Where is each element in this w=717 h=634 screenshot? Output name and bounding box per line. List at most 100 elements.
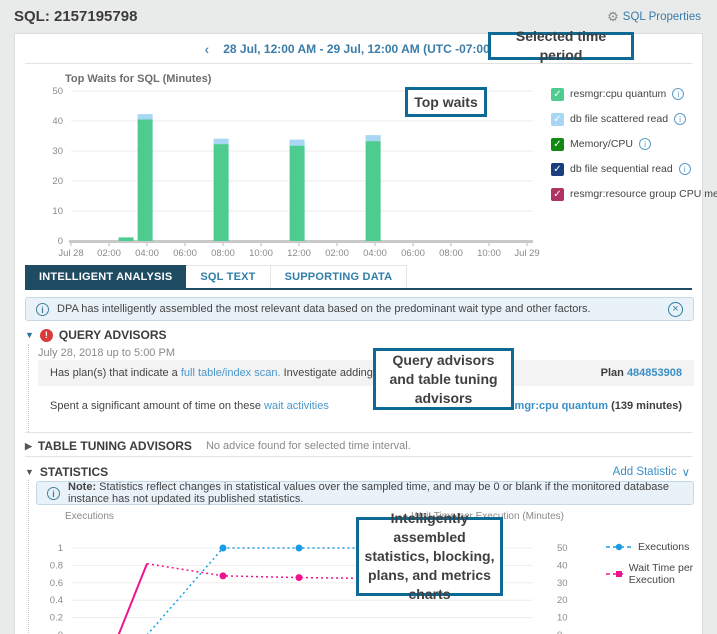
callout-top-waits: Top waits <box>405 87 487 117</box>
page-title: SQL: 2157195798 <box>14 8 138 25</box>
svg-text:0.8: 0.8 <box>50 560 63 571</box>
add-statistic-button[interactable]: Add Statistic ∨ <box>613 465 690 479</box>
table-tuning-header[interactable]: ▶ TABLE TUNING ADVISORS No advice found … <box>25 439 411 453</box>
advisor-date-range: July 28, 2018 up to 5:00 PM <box>38 347 175 359</box>
add-statistic-label: Add Statistic <box>612 466 677 478</box>
legend-item[interactable]: Wait Time per Execution <box>606 562 702 586</box>
note-banner: i Note: Statistics reflect changes in st… <box>36 481 694 505</box>
alert-badge-icon: ! <box>39 328 53 342</box>
info-icon: i <box>36 302 49 316</box>
info-icon: i <box>47 486 60 500</box>
legend-checkbox[interactable]: ✓ <box>551 137 564 151</box>
top-chart-legend: ✓ resmgr:cpu quantum i ✓ db file scatter… <box>551 87 717 212</box>
legend-marker-icon <box>606 543 632 551</box>
svg-text:10: 10 <box>52 206 63 217</box>
sql-properties-button[interactable]: ⚙ SQL Properties <box>607 9 701 25</box>
divider <box>25 432 692 433</box>
wait-activities-link[interactable]: wait activities <box>264 400 329 412</box>
tab-underline <box>25 288 692 290</box>
timeline-dotted-line <box>28 344 29 432</box>
query-advisors-title: QUERY ADVISORS <box>58 328 167 342</box>
svg-text:02:00: 02:00 <box>97 248 121 259</box>
legend-checkbox[interactable]: ✓ <box>551 112 564 126</box>
legend-checkbox[interactable]: ✓ <box>551 162 564 176</box>
svg-text:10: 10 <box>557 613 568 624</box>
legend-label: Wait Time per Execution <box>628 562 694 586</box>
svg-text:04:00: 04:00 <box>135 248 159 259</box>
callout-advisors: Query advisors and table tuning advisors <box>373 348 514 410</box>
svg-text:0: 0 <box>58 630 63 634</box>
statistics-header[interactable]: ▼ STATISTICS <box>25 465 108 479</box>
tab-supporting-data[interactable]: SUPPORTING DATA <box>270 265 408 288</box>
collapse-caret-icon[interactable]: ▼ <box>25 330 34 340</box>
tab-sql-text[interactable]: SQL TEXT <box>186 265 271 288</box>
svg-text:50: 50 <box>52 86 63 97</box>
legend-item[interactable]: ✓ db file sequential read i <box>551 162 701 176</box>
close-icon[interactable]: × <box>668 301 683 317</box>
legend-item[interactable]: ✓ Memory/CPU i <box>551 137 701 151</box>
query-advisors-header[interactable]: ▼ ! QUERY ADVISORS <box>25 328 167 342</box>
info-banner: i DPA has intelligently assembled the mo… <box>25 297 694 321</box>
table-tuning-message: No advice found for selected time interv… <box>205 440 411 452</box>
svg-text:06:00: 06:00 <box>401 248 425 259</box>
svg-text:20: 20 <box>52 176 63 187</box>
collapse-caret-icon[interactable]: ▼ <box>25 467 34 477</box>
legend-label: Executions <box>638 541 690 553</box>
svg-text:10:00: 10:00 <box>249 248 273 259</box>
prev-period-button[interactable]: ‹ <box>205 41 210 57</box>
legend-checkbox[interactable]: ✓ <box>551 187 564 201</box>
svg-text:0.2: 0.2 <box>50 613 63 624</box>
svg-text:0.4: 0.4 <box>50 595 63 606</box>
svg-text:04:00: 04:00 <box>363 248 387 259</box>
divider <box>25 456 692 457</box>
svg-text:10:00: 10:00 <box>477 248 501 259</box>
wait-type-link[interactable]: resmgr:cpu quantum <box>498 400 608 412</box>
info-banner-text: DPA has intelligently assembled the most… <box>57 303 591 315</box>
note-text: Note: Statistics reflect changes in stat… <box>68 481 670 505</box>
svg-text:20: 20 <box>557 595 568 606</box>
svg-text:08:00: 08:00 <box>211 248 235 259</box>
svg-text:30: 30 <box>52 146 63 157</box>
info-icon[interactable]: i <box>674 113 687 125</box>
time-period-label[interactable]: 28 Jul, 12:00 AM - 29 Jul, 12:00 AM (UTC… <box>223 42 494 56</box>
callout-statistics: Intelligently assembled statistics, bloc… <box>356 510 503 602</box>
legend-item[interactable]: ✓ resmgr:resource group CPU me... i <box>551 187 717 201</box>
statistics-title: STATISTICS <box>39 465 109 479</box>
legend-item[interactable]: ✓ resmgr:cpu quantum i <box>551 87 701 101</box>
callout-selected-time-period: Selected time period <box>488 28 634 63</box>
legend-checkbox[interactable]: ✓ <box>551 87 564 101</box>
svg-text:0: 0 <box>58 236 63 247</box>
advisor-text: Spent a significant amount of time on th… <box>50 400 329 412</box>
sql-properties-label: SQL Properties <box>622 11 701 23</box>
legend-marker-icon <box>606 571 623 577</box>
legend-label: db file scattered read <box>570 113 669 125</box>
svg-text:12:00: 12:00 <box>287 248 311 259</box>
svg-text:40: 40 <box>52 116 63 127</box>
legend-item[interactable]: ✓ db file scattered read i <box>551 112 701 126</box>
chevron-down-icon: ∨ <box>681 467 690 479</box>
svg-text:Jul 29: Jul 29 <box>514 248 539 259</box>
advisor-right: Plan 484853908 <box>600 367 682 379</box>
info-icon[interactable]: i <box>672 88 685 100</box>
timeline-dotted-line <box>28 480 29 634</box>
info-icon[interactable]: i <box>678 163 691 175</box>
plan-link[interactable]: 484853908 <box>627 367 682 379</box>
info-icon[interactable]: i <box>639 138 652 150</box>
svg-text:02:00: 02:00 <box>325 248 349 259</box>
svg-text:0: 0 <box>557 630 562 634</box>
svg-text:06:00: 06:00 <box>173 248 197 259</box>
full-table-scan-link[interactable]: full table/index scan. <box>181 367 281 379</box>
table-tuning-title: TABLE TUNING ADVISORS <box>37 439 192 453</box>
left-axis-title: Executions <box>65 511 114 522</box>
legend-label: db file sequential read <box>570 163 673 175</box>
advisor-row: Spent a significant amount of time on th… <box>38 393 694 419</box>
expand-caret-icon[interactable]: ▶ <box>25 441 32 452</box>
statistics-chart-legend: Executions Wait Time per Execution <box>606 540 702 594</box>
legend-label: resmgr:resource group CPU me... <box>570 188 717 200</box>
svg-text:0.6: 0.6 <box>50 578 63 589</box>
tab-intelligent-analysis[interactable]: INTELLIGENT ANALYSIS <box>25 265 187 288</box>
statistics-chart: 00.20.40.60.8101020304050Jul 2802:0004:0… <box>50 543 568 634</box>
legend-label: resmgr:cpu quantum <box>570 88 667 100</box>
legend-item[interactable]: Executions <box>606 540 702 554</box>
advisor-row: Has plan(s) that indicate a full table/i… <box>38 360 694 386</box>
